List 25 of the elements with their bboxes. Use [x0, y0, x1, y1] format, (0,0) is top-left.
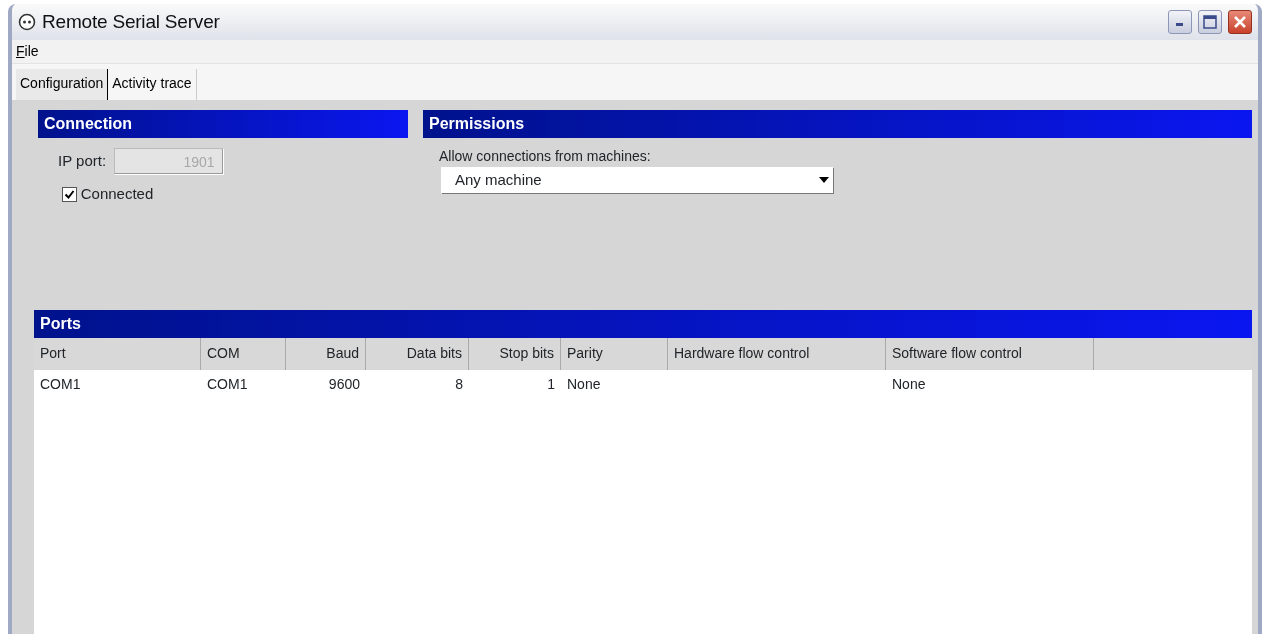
minimize-button[interactable] — [1168, 10, 1192, 34]
checkbox-label: Connected — [80, 184, 154, 204]
table-cell-text: 8 — [454, 375, 464, 394]
window-title: Remote Serial Server — [42, 9, 220, 34]
tab[interactable]: Configuration — [16, 69, 109, 100]
table-cell-text: COM1 — [206, 375, 249, 394]
maximize-button[interactable] — [1198, 10, 1222, 34]
dropdown[interactable]: Any machine — [441, 167, 833, 193]
section-header: Permissions — [423, 110, 1252, 138]
table-cell-text: COM1 — [39, 375, 82, 394]
close-icon — [1233, 15, 1247, 29]
close-button[interactable] — [1228, 10, 1252, 34]
maximize-icon — [1203, 15, 1217, 29]
table-cell-text: None — [566, 375, 602, 394]
app-icon — [18, 13, 36, 31]
section-header: Connection — [38, 110, 408, 138]
section-header: Ports — [34, 309, 1252, 338]
table-cell-text: None — [891, 375, 927, 394]
table-cell-text: 9600 — [327, 375, 361, 394]
caret-icon — [819, 177, 829, 183]
menu-item[interactable]: File — [14, 41, 41, 62]
table-cell-text: 1 — [546, 375, 556, 394]
field-label: Allow connections from machines: — [438, 147, 652, 166]
checkbox[interactable] — [62, 186, 77, 202]
field-label: IP port: — [58, 151, 107, 172]
